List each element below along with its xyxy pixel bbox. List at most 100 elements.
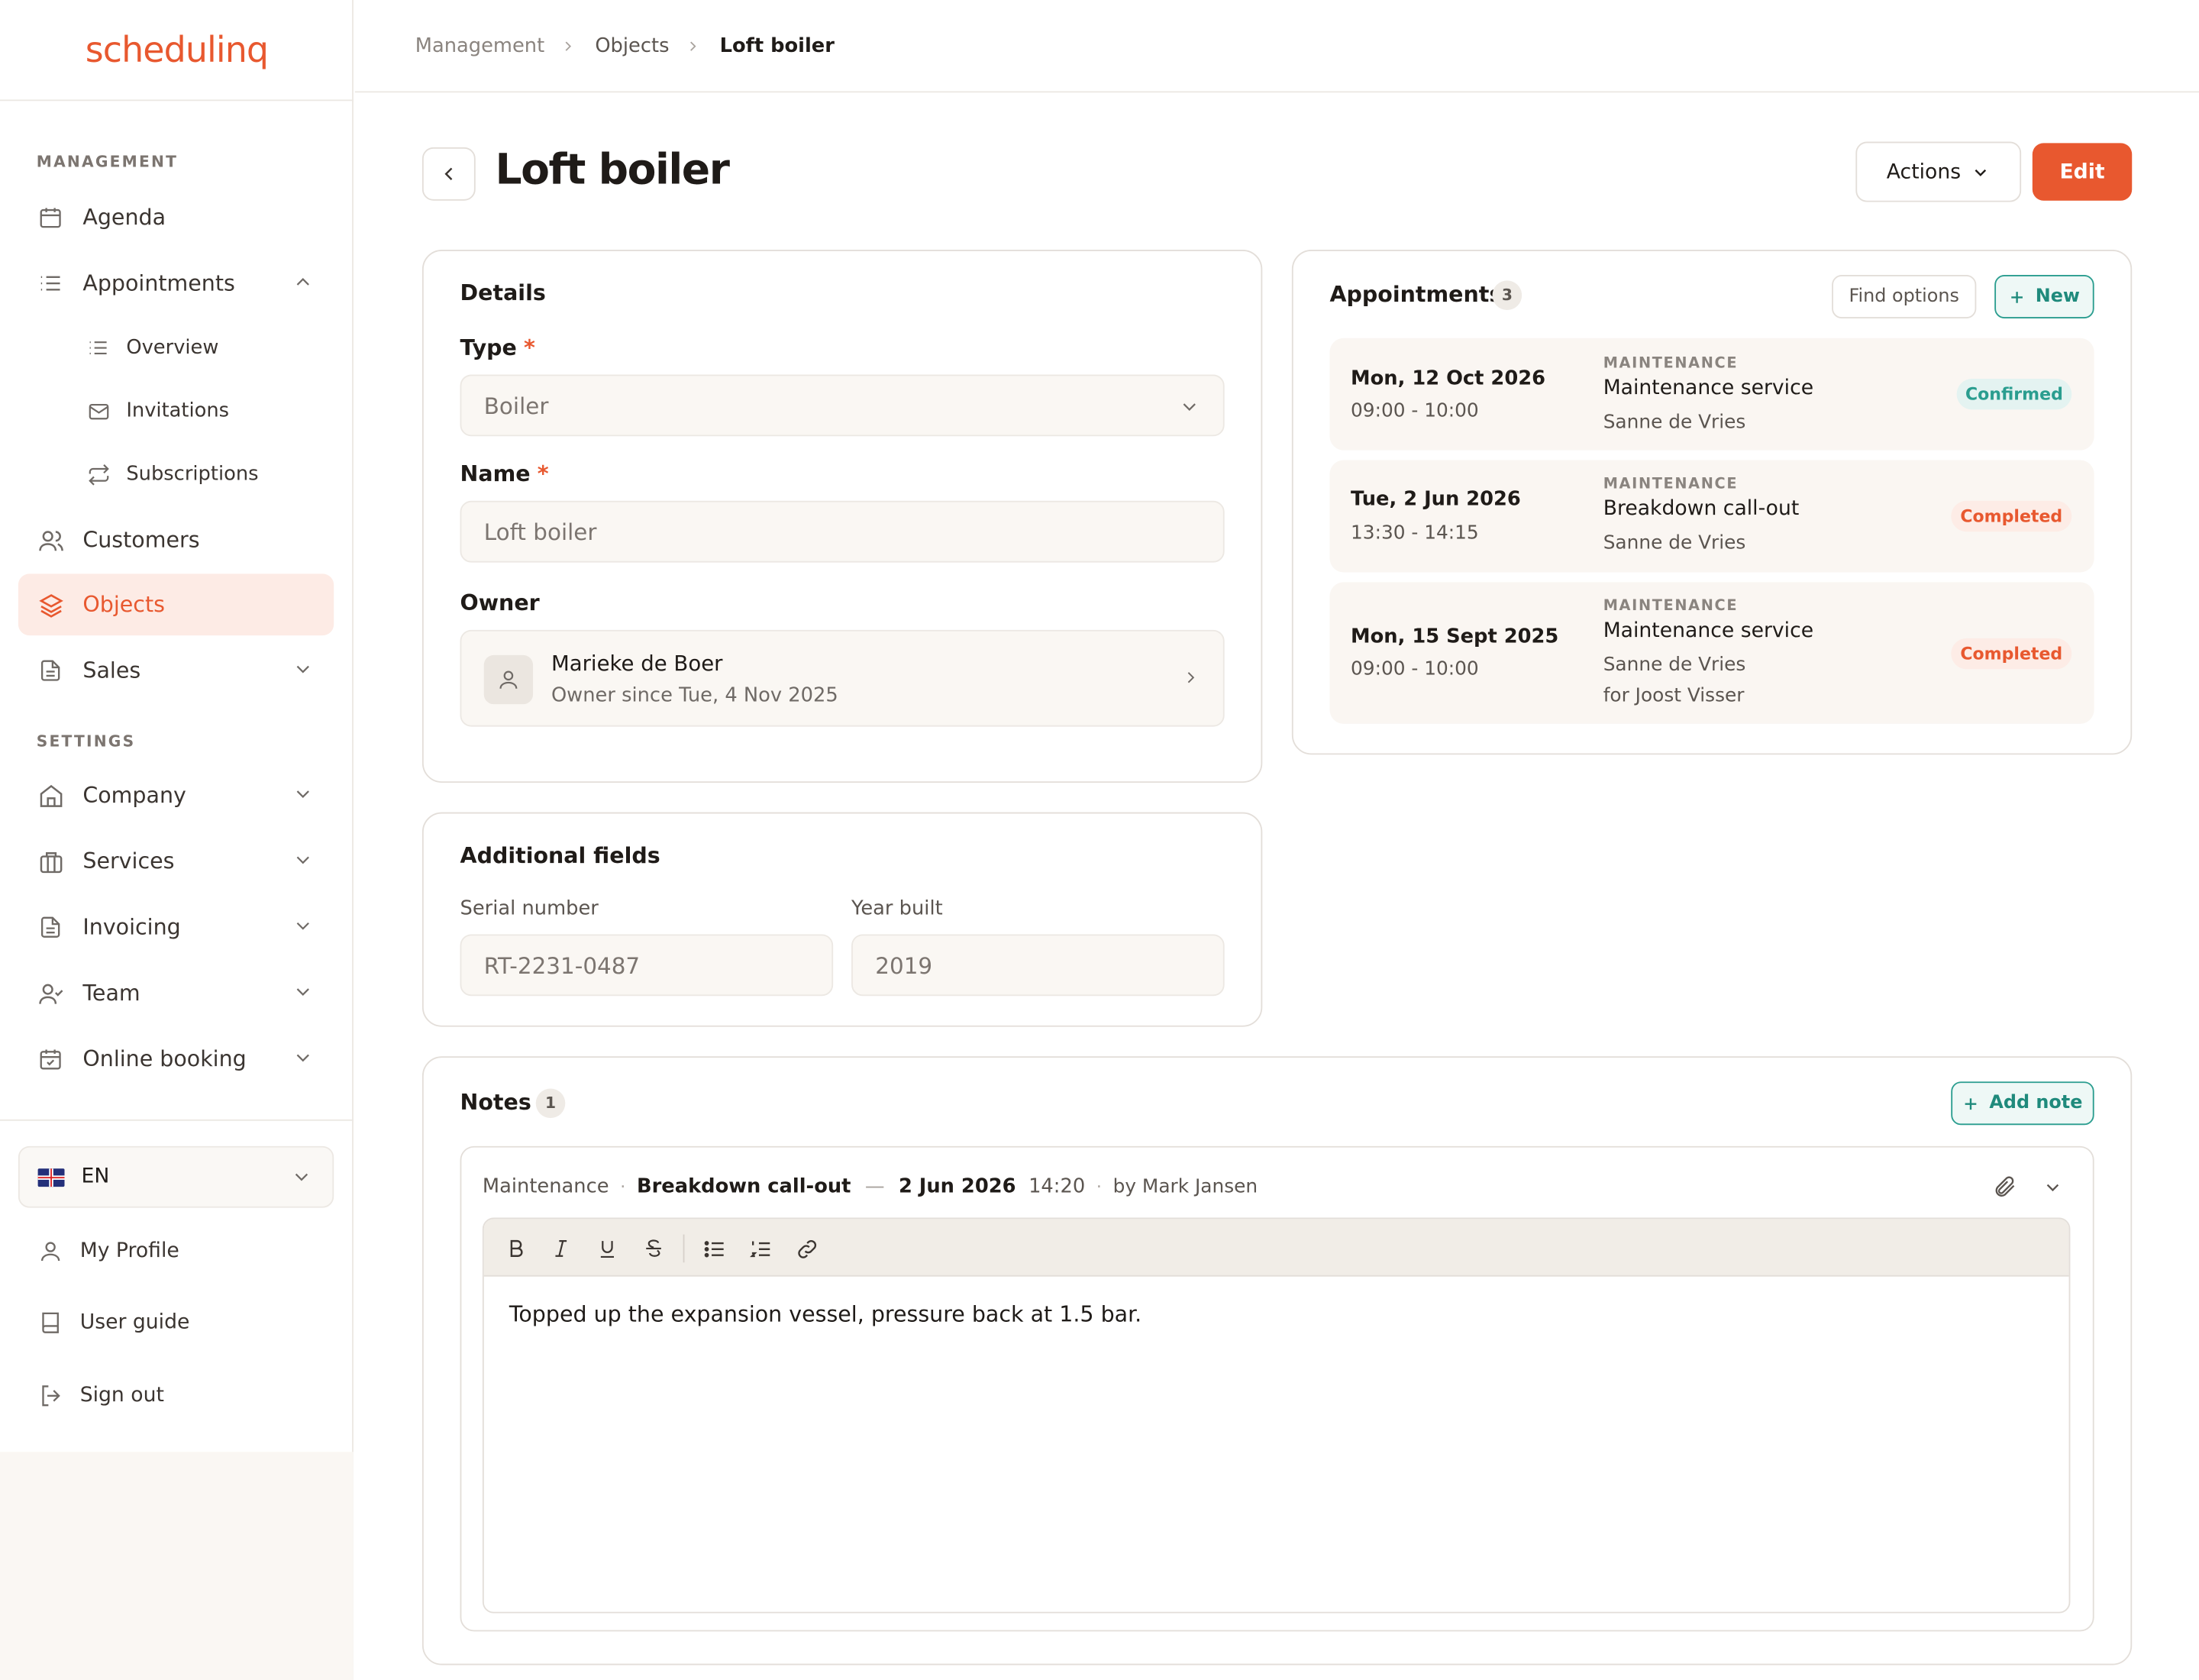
note-text: Topped up the expansion vessel, pressure… [509,1301,1142,1327]
appointment-date: Mon, 12 Oct 2026 [1351,367,1546,390]
breadcrumb-item-management[interactable]: Management [415,34,544,57]
sidebar-item-appointments[interactable]: Appointments [18,253,334,315]
type-label: Type * [460,335,535,361]
chevron-down-icon [1971,162,1991,182]
note-editor[interactable]: Topped up the expansion vessel, pressure… [482,1217,2071,1614]
status-badge: Confirmed [1956,378,2072,410]
italic-icon[interactable] [546,1233,576,1264]
owner-label: Owner [460,590,540,616]
calendar-check-icon [37,1045,65,1074]
separator-dot: · [620,1177,626,1197]
type-select[interactable]: Boiler [460,374,1225,437]
file-icon [37,657,65,685]
chevron-down-icon[interactable] [2038,1173,2066,1201]
sidebar-item-agenda[interactable]: Agenda [18,186,334,248]
sidebar-item-company[interactable]: Company [18,764,334,826]
sidebar-item-label: Agenda [82,205,166,231]
sidebar-item-customers[interactable]: Customers [18,509,334,571]
list-icon [37,270,65,298]
chevron-left-icon [438,163,460,185]
year-label: Year built [851,897,943,921]
appointment-row[interactable]: Tue, 2 Jun 2026 13:30 - 14:15 MAINTENANC… [1329,460,2094,573]
breadcrumb-item-current: Loft boiler [719,34,835,57]
sidebar-item-label: Customers [82,527,200,553]
sidebar-item-overview[interactable]: Overview [67,317,334,379]
bold-icon[interactable] [501,1233,531,1264]
year-value: 2019 [875,951,933,979]
new-appointment-button[interactable]: New [1994,275,2094,318]
back-button[interactable] [421,147,476,201]
add-note-label: Add note [1989,1093,2083,1114]
calendar-icon [37,203,65,231]
strikethrough-icon[interactable] [638,1233,669,1264]
edit-button[interactable]: Edit [2032,143,2133,201]
briefcase-icon [37,848,65,876]
sidebar-item-online-booking[interactable]: Online booking [18,1029,334,1090]
editor-toolbar [483,1219,2069,1277]
appointment-staff: Sanne de Vries [1603,654,1746,677]
owner-link[interactable]: Marieke de Boer Owner since Tue, 4 Nov 2… [460,629,1225,727]
file-icon [37,913,65,942]
serial-label: Serial number [460,897,599,921]
bullet-list-icon[interactable] [699,1233,729,1264]
sidebar-item-services[interactable]: Services [18,831,334,893]
appointments-count-badge: 3 [1492,280,1523,310]
paperclip-icon[interactable] [1991,1173,2019,1201]
my-profile-link[interactable]: My Profile [37,1235,179,1268]
user-guide-link[interactable]: User guide [37,1306,190,1339]
appointment-row[interactable]: Mon, 15 Sept 2025 09:00 - 10:00 MAINTENA… [1329,582,2094,724]
app-logo[interactable]: schedulinq [0,0,354,102]
serial-input[interactable]: RT-2231-0487 [460,934,834,997]
sign-out-icon [37,1381,65,1410]
appointments-title: Appointments [1329,282,1503,308]
note-category: Maintenance [482,1175,609,1198]
name-input[interactable]: Loft boiler [460,500,1225,563]
home-icon [37,781,65,809]
sidebar-divider [0,1119,354,1121]
note-tools [1991,1173,2066,1201]
sidebar-item-label: Objects [82,592,165,618]
sidebar-item-label: Invitations [126,399,230,422]
notes-title: Notes [460,1090,531,1116]
sidebar-item-subscriptions[interactable]: Subscriptions [67,443,334,505]
sidebar-item-sales[interactable]: Sales [18,640,334,702]
appointment-time: 13:30 - 14:15 [1351,522,1479,544]
sidebar-item-team[interactable]: Team [18,962,334,1024]
chevron-down-icon [292,1046,314,1068]
my-profile-label: My Profile [79,1239,179,1263]
sidebar-item-objects[interactable]: Objects [18,573,334,636]
numbered-list-icon[interactable] [744,1233,775,1264]
details-title: Details [460,280,546,306]
status-badge: Completed [1951,500,2072,532]
sidebar-item-label: Overview [126,336,219,360]
underline-icon[interactable] [592,1233,622,1264]
language-select[interactable]: EN [18,1145,334,1208]
add-note-button[interactable]: Add note [1951,1081,2094,1126]
breadcrumb-item-objects[interactable]: Objects [595,34,669,57]
appointment-customer: for Joost Visser [1603,684,1745,707]
note-author: by Mark Jansen [1112,1175,1258,1198]
sidebar-item-label: Invoicing [82,914,181,940]
user-icon [37,1237,65,1265]
page-title: Loft boiler [495,146,729,195]
section-label-management: MANAGEMENT [36,153,179,172]
appointment-row[interactable]: Mon, 12 Oct 2026 09:00 - 10:00 MAINTENAN… [1329,338,2094,451]
chevron-down-icon [292,783,314,805]
sidebar-item-invoicing[interactable]: Invoicing [18,897,334,958]
status-badge: Completed [1951,638,2072,670]
breadcrumb: Management Objects Loft boiler [354,0,2199,93]
chevron-up-icon [292,271,314,293]
sidebar-item-invitations[interactable]: Invitations [67,380,334,442]
additional-fields-title: Additional fields [460,843,660,869]
year-input[interactable]: 2019 [851,934,1225,997]
sign-out-link[interactable]: Sign out [37,1379,164,1413]
sidebar-item-label: Team [82,981,140,1006]
list-icon [86,335,111,360]
sidebar: schedulinq MANAGEMENT Agenda Appointment… [0,0,354,1680]
link-icon[interactable] [791,1233,822,1264]
find-options-button[interactable]: Find options [1832,275,1977,318]
separator-dash: — [864,1175,885,1198]
appointment-service: Breakdown call-out [1603,498,1800,521]
name-value: Loft boiler [483,518,597,545]
actions-button[interactable]: Actions [1855,141,2022,202]
